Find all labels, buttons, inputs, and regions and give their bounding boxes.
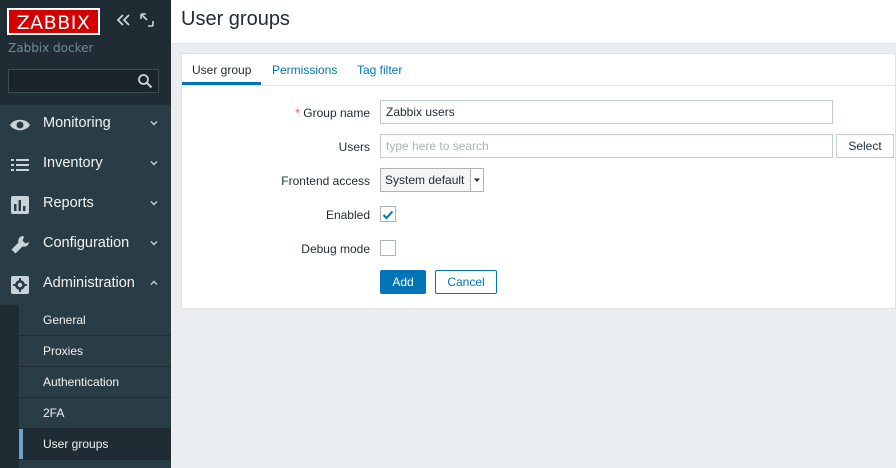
gear-icon: [11, 276, 29, 294]
checkmark-icon: [382, 210, 394, 220]
nav-reports-label: Reports: [43, 195, 94, 211]
logo-text: ZABBIX: [7, 8, 100, 35]
page-header: User groups: [171, 0, 896, 44]
add-button[interactable]: Add: [380, 270, 426, 294]
chevron-down-icon: [150, 121, 158, 126]
collapse-sidebar-icon[interactable]: [115, 12, 131, 28]
nav-inventory[interactable]: Inventory: [0, 145, 171, 185]
list-icon: [11, 159, 29, 171]
nav-reports[interactable]: Reports: [0, 185, 171, 225]
page-title: User groups: [181, 8, 290, 30]
kiosk-mode-icon[interactable]: [139, 12, 155, 28]
debug-mode-checkbox[interactable]: [380, 240, 396, 256]
submenu-item-proxies[interactable]: Proxies: [19, 336, 171, 366]
sidebar: ZABBIX Zabbix docker Monitoring Inventor…: [0, 0, 171, 468]
submenu-item-next: [19, 460, 171, 468]
nav-inventory-label: Inventory: [43, 155, 103, 171]
users-label: Users: [338, 140, 370, 154]
tab-user-group[interactable]: User group: [192, 63, 251, 77]
users-select-button[interactable]: Select: [836, 134, 894, 158]
tab-bar: User group Permissions Tag filter: [182, 54, 896, 86]
administration-submenu: General Proxies Authentication 2FA User …: [0, 305, 171, 468]
enabled-checkbox[interactable]: [380, 206, 396, 222]
eye-icon: [10, 119, 30, 131]
frontend-access-label: Frontend access: [281, 174, 370, 188]
active-tab-indicator: [182, 82, 261, 85]
submenu-item-label: 2FA: [43, 406, 65, 420]
debug-mode-label: Debug mode: [301, 242, 370, 256]
required-mark: *: [295, 106, 300, 120]
bar-chart-icon: [11, 196, 29, 214]
wrench-icon: [11, 236, 29, 254]
group-name-label-text: Group name: [303, 106, 370, 120]
submenu-item-general[interactable]: General: [19, 305, 171, 335]
submenu-item-authentication[interactable]: Authentication: [19, 367, 171, 397]
tab-permissions[interactable]: Permissions: [272, 63, 337, 77]
sidebar-search-input[interactable]: [8, 69, 159, 93]
submenu-item-2fa[interactable]: 2FA: [19, 398, 171, 428]
frontend-access-value: System default: [385, 173, 465, 187]
zabbix-logo[interactable]: ZABBIX: [7, 8, 100, 35]
submenu-item-label: Authentication: [43, 375, 120, 389]
group-name-label: * Group name: [180, 106, 370, 120]
tab-tag-filter[interactable]: Tag filter: [357, 63, 402, 77]
server-name: Zabbix docker: [8, 41, 94, 55]
submenu-item-label: Proxies: [43, 344, 84, 358]
chevron-down-icon: [150, 241, 158, 246]
submenu-item-user-groups[interactable]: User groups: [19, 429, 171, 459]
sidebar-header: ZABBIX Zabbix docker: [0, 0, 171, 105]
dropdown-arrow-icon: [470, 169, 483, 191]
form-panel: User group Permissions Tag filter * Grou…: [181, 53, 896, 309]
submenu-item-label: General: [43, 313, 86, 327]
nav-configuration[interactable]: Configuration: [0, 225, 171, 265]
group-name-input[interactable]: Zabbix users: [380, 100, 833, 124]
search-icon[interactable]: [137, 73, 153, 89]
chevron-down-icon: [150, 201, 158, 206]
cancel-button[interactable]: Cancel: [435, 270, 497, 294]
enabled-label: Enabled: [325, 208, 370, 222]
nav-administration-label: Administration: [43, 275, 135, 291]
users-search-input[interactable]: type here to search: [380, 134, 833, 158]
chevron-down-icon: [150, 161, 158, 166]
submenu-item-label: User groups: [43, 437, 109, 451]
nav-configuration-label: Configuration: [43, 235, 130, 251]
chevron-up-icon: [150, 280, 158, 285]
nav-monitoring-label: Monitoring: [43, 115, 111, 131]
nav-administration[interactable]: Administration: [0, 265, 171, 305]
nav-monitoring[interactable]: Monitoring: [0, 105, 171, 145]
frontend-access-select[interactable]: System default: [380, 168, 484, 192]
